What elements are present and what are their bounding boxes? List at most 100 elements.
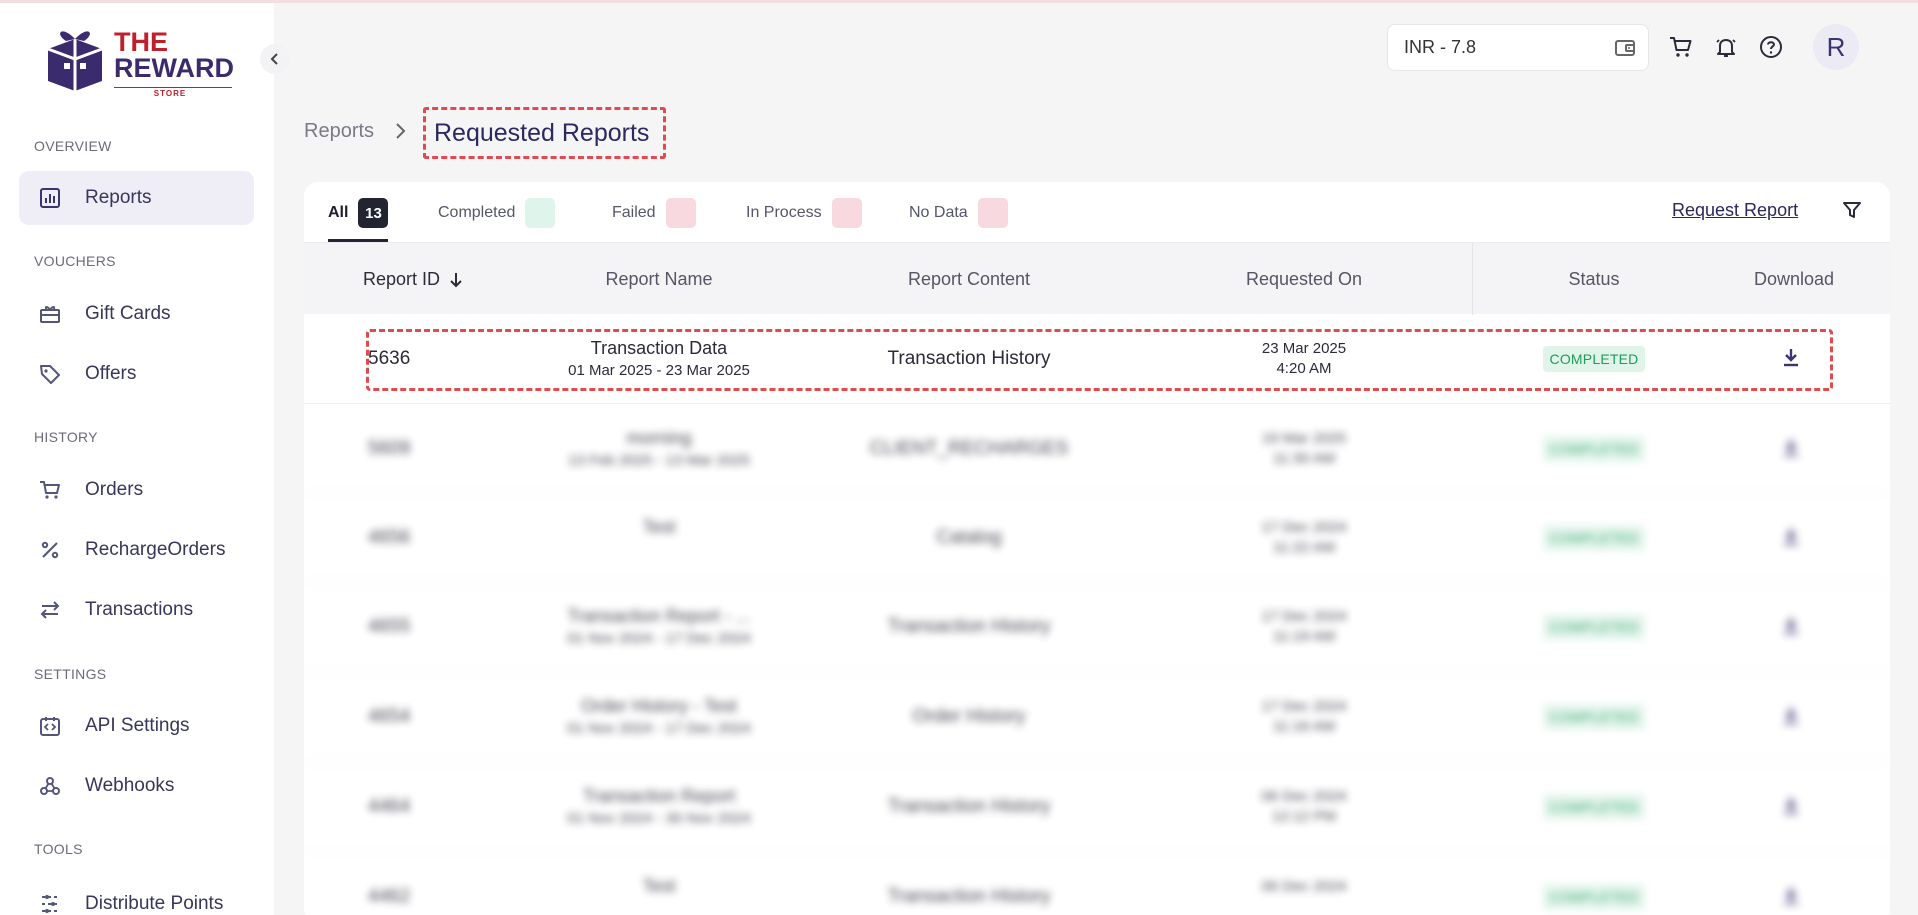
request-report-link[interactable]: Request Report	[1672, 200, 1798, 221]
column-divider	[1472, 243, 1473, 315]
column-header-status: Status	[1568, 269, 1620, 289]
column-label: Report ID	[363, 269, 441, 289]
tab-label: Failed	[612, 204, 656, 221]
report-name: Order History - Test	[581, 696, 737, 716]
download-icon[interactable]	[1776, 885, 1806, 912]
chevron-left-icon	[270, 53, 278, 65]
cart-icon	[37, 477, 63, 503]
tab-label: Completed	[438, 204, 516, 221]
table-row[interactable]: 4654 Order History - Test 01 Nov 2024 - 17…	[304, 672, 1890, 762]
reports-card: All 13 Completed Failed In Process No Da…	[304, 182, 1890, 915]
status-badge: COMPLETED	[1542, 346, 1646, 372]
table-row[interactable]: 5636 Transaction Data 01 Mar 2025 - 23 Mar…	[304, 314, 1890, 404]
sidebar-item-transactions[interactable]: Transactions	[19, 583, 254, 637]
webhook-icon	[37, 773, 63, 799]
balance-value: INR - 7.8	[1404, 37, 1477, 57]
requested-on-cell: 23 Mar 2025 4:20 AM	[1234, 339, 1374, 379]
distribute-icon	[37, 891, 63, 915]
column-header-report-id[interactable]: Report ID	[363, 269, 464, 290]
requested-date: 23 Mar 2025	[1261, 340, 1347, 357]
tab-count-badge	[977, 198, 1008, 228]
requested-date: 17 Dec 2024	[1261, 519, 1347, 536]
download-icon[interactable]	[1776, 437, 1806, 464]
requested-time: 11:22 AM	[1272, 539, 1336, 556]
tab-completed[interactable]: Completed	[438, 198, 556, 228]
report-content: CLIENT_RECHARGES	[869, 438, 1069, 459]
download-icon[interactable]	[1776, 615, 1806, 642]
sidebar-item-orders[interactable]: Orders	[19, 463, 254, 517]
download-icon[interactable]	[1776, 526, 1806, 553]
section-tools: TOOLS	[34, 841, 83, 857]
report-id: 4464	[368, 796, 411, 817]
brand-line-1: THE	[114, 27, 168, 57]
filter-icon[interactable]	[1842, 200, 1862, 225]
balance-display[interactable]: INR - 7.8	[1387, 24, 1649, 71]
sidebar-item-offers[interactable]: Offers	[19, 347, 254, 401]
tab-failed[interactable]: Failed	[612, 198, 696, 228]
report-id: 4655	[368, 616, 411, 637]
status-badge: COMPLETED	[1542, 884, 1646, 910]
report-date-range: 01 Nov 2024 - 17 Dec 2024	[567, 630, 751, 647]
sidebar-item-label: Offers	[85, 363, 137, 384]
avatar[interactable]: R	[1813, 24, 1859, 70]
sidebar-item-webhooks[interactable]: Webhooks	[19, 759, 254, 813]
sidebar-item-reports[interactable]: Reports	[19, 171, 254, 225]
status-badge: COMPLETED	[1542, 614, 1646, 640]
report-name: Test	[642, 517, 676, 537]
requested-on-cell: 06 Dec 2024	[1234, 877, 1374, 897]
report-date-range: 01 Nov 2024 - 30 Nov 2024	[567, 810, 751, 827]
report-name-cell: Test	[544, 517, 774, 541]
report-date-range: 01 Mar 2025 - 23 Mar 2025	[568, 362, 750, 379]
download-icon[interactable]	[1776, 705, 1806, 732]
requested-time: 12:12 PM	[1271, 808, 1337, 825]
requested-on-cell: 06 Dec 2024 12:12 PM	[1234, 787, 1374, 827]
brand-line-2: REWARD	[114, 53, 234, 83]
wallet-icon[interactable]	[1614, 37, 1636, 64]
collapse-sidebar-button[interactable]	[260, 44, 290, 74]
report-content: Transaction History	[887, 796, 1051, 817]
table-row[interactable]: 5609 morning 13 Feb 2025 - 13 Mar 2025 CLIE…	[304, 404, 1890, 494]
column-header-report-name: Report Name	[605, 269, 713, 289]
tab-no-data[interactable]: No Data	[909, 198, 1008, 228]
requested-on-cell: 17 Dec 2024 11:16 AM	[1234, 697, 1374, 737]
gift-box-logo-icon	[47, 31, 103, 91]
sidebar-item-api-settings[interactable]: API Settings	[19, 699, 254, 753]
sidebar-item-label: API Settings	[85, 715, 190, 736]
tab-count-badge	[831, 198, 862, 228]
status-tabs: All 13 Completed Failed In Process No Da…	[304, 182, 1890, 242]
sidebar-item-label: Webhooks	[85, 775, 175, 796]
report-id: 4462	[368, 886, 411, 907]
section-settings: SETTINGS	[34, 666, 107, 682]
bell-icon[interactable]	[1713, 34, 1739, 60]
report-name-cell: Transaction Report 01 Nov 2024 - 30 Nov 2…	[544, 786, 774, 827]
sidebar-item-label: Transactions	[85, 599, 194, 620]
sidebar-item-gift-cards[interactable]: Gift Cards	[19, 287, 254, 341]
download-icon[interactable]	[1776, 795, 1806, 822]
breadcrumb-reports[interactable]: Reports	[304, 120, 374, 143]
download-icon[interactable]	[1776, 347, 1806, 374]
requested-date: 17 Dec 2024	[1261, 698, 1347, 715]
report-id: 4654	[368, 706, 411, 727]
report-name-cell: Test	[544, 876, 774, 900]
brand-logo[interactable]: THE REWARD STORE	[40, 23, 240, 98]
status-cell: COMPLETED	[1534, 794, 1654, 820]
sidebar-item-distribute-points[interactable]: Distribute Points	[19, 877, 254, 915]
page-title: Requested Reports	[423, 107, 667, 159]
sort-arrow-down-icon[interactable]	[448, 271, 464, 289]
table-header: Report ID Report Name Report Content Req…	[304, 242, 1890, 315]
report-name-cell: Transaction Data 01 Mar 2025 - 23 Mar 202…	[544, 338, 774, 379]
status-cell: COMPLETED	[1534, 614, 1654, 640]
sidebar-item-recharge-orders[interactable]: RechargeOrders	[19, 523, 254, 577]
help-icon[interactable]	[1758, 34, 1784, 60]
cart-icon[interactable]	[1668, 34, 1694, 60]
requested-date: 19 Mar 2025	[1261, 430, 1347, 447]
table-row[interactable]: 4462 Test Transaction History 06 Dec 2024 CO…	[304, 852, 1890, 915]
table-row[interactable]: 4464 Transaction Report 01 Nov 2024 - 30 N…	[304, 762, 1890, 852]
status-cell: COMPLETED	[1534, 436, 1654, 462]
swap-icon	[37, 597, 63, 623]
table-row[interactable]: 4655 Transaction Report - ... 01 Nov 2024 …	[304, 582, 1890, 672]
tab-in-process[interactable]: In Process	[746, 198, 862, 228]
requested-date: 06 Dec 2024	[1261, 788, 1347, 805]
table-row[interactable]: 4656 Test Catalog 17 Dec 2024 11:22 AM COMPLE…	[304, 493, 1890, 583]
tab-all[interactable]: All 13	[328, 198, 389, 228]
